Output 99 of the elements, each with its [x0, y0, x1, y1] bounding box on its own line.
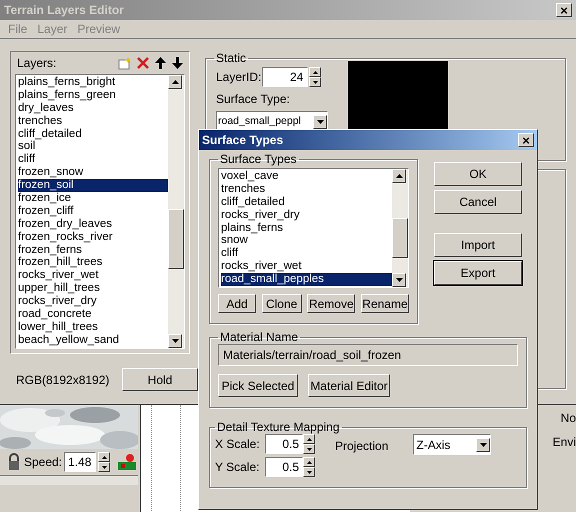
terrain-icon[interactable] — [116, 452, 138, 472]
button[interactable]: Export — [434, 261, 522, 285]
down-triangle-icon — [312, 80, 318, 84]
list-item[interactable]: cliff — [221, 247, 392, 260]
scroll-up-button[interactable] — [392, 169, 406, 183]
list-item[interactable]: snow — [221, 234, 392, 248]
scroll-up-button[interactable] — [168, 75, 182, 89]
list-item[interactable]: trenches — [18, 114, 168, 128]
button[interactable]: Pick Selected — [218, 374, 298, 397]
scale-field[interactable]: 0.5 — [265, 457, 303, 477]
up-triangle-icon — [172, 80, 178, 84]
list-item[interactable]: lower_hill_trees — [18, 320, 168, 334]
up-triangle-icon — [102, 456, 107, 458]
list-item[interactable]: rocks_river_dry — [18, 295, 168, 308]
down-triangle-icon — [480, 442, 487, 446]
speed-field[interactable]: 1.48 — [64, 452, 96, 472]
group-title: Static — [215, 51, 248, 65]
button[interactable]: Material Editor — [308, 374, 390, 397]
spin-buttons[interactable] — [98, 452, 110, 472]
scroll-thumb[interactable] — [392, 218, 408, 258]
layers-label: Layers: — [17, 55, 56, 72]
spin-buttons[interactable] — [303, 434, 315, 454]
list-item[interactable]: soil — [18, 140, 168, 154]
scale-label: X Scale: — [215, 436, 259, 453]
lock-icon[interactable] — [6, 452, 22, 472]
list-item[interactable]: cliff — [18, 153, 168, 166]
layer-id-label: LayerID: — [216, 69, 262, 86]
close-button[interactable]: × — [556, 3, 572, 17]
down-triangle-icon — [396, 278, 402, 282]
scale-field[interactable]: 0.5 — [265, 434, 303, 454]
list-item[interactable]: cliff_detailed — [18, 128, 168, 140]
group-title: Material Name — [219, 330, 300, 344]
list-item[interactable]: frozen_snow — [18, 166, 168, 180]
list-item[interactable]: upper_hill_trees — [18, 282, 168, 296]
new-layer-icon[interactable] — [118, 56, 131, 70]
list-item[interactable]: frozen_ice — [18, 192, 168, 205]
button[interactable]: Import — [434, 233, 522, 257]
button[interactable]: Add — [218, 294, 256, 313]
scroll-down-button[interactable] — [313, 114, 327, 128]
list-item[interactable]: beach_yellow_sand — [18, 334, 168, 347]
list-item[interactable]: cliff_detailed — [221, 196, 392, 209]
list-item[interactable]: rocks_river_dry — [221, 208, 392, 222]
side-label: Envi — [552, 434, 576, 451]
list-item[interactable]: rocks_river_wet — [18, 269, 168, 282]
button[interactable]: Cancel — [434, 190, 522, 214]
material-name-field: Materials/terrain/road_soil_frozen — [218, 344, 518, 366]
up-triangle-icon — [306, 438, 312, 440]
list-item[interactable]: road_small_pepples — [221, 273, 392, 286]
close-button[interactable]: × — [518, 133, 534, 147]
dialog-title: Surface Types — [202, 132, 284, 149]
up-triangle-icon — [312, 70, 318, 74]
down-arrow-icon[interactable] — [172, 57, 183, 69]
surface-type-label: Surface Type: — [216, 91, 291, 108]
list-item[interactable]: voxel_cave — [221, 170, 392, 183]
list-item[interactable]: plains_ferns_green — [18, 88, 168, 102]
scroll-thumb[interactable] — [168, 209, 184, 269]
scrollbar[interactable] — [168, 75, 184, 348]
scale-label: Y Scale: — [215, 459, 259, 476]
spin-buttons[interactable] — [303, 457, 315, 477]
group-title: Surface Types — [219, 152, 298, 166]
scroll-down-button[interactable] — [392, 273, 406, 287]
down-triangle-icon — [102, 466, 107, 468]
up-triangle-icon — [396, 174, 402, 178]
scrollbar[interactable] — [392, 169, 408, 287]
window-title: Terrain Layers Editor — [4, 2, 124, 19]
projection-dropdown[interactable]: Z-Axis — [413, 434, 492, 455]
list-item[interactable]: frozen_soil — [18, 179, 168, 192]
list-item[interactable]: dry_leaves — [18, 102, 168, 115]
button[interactable]: Hold — [122, 368, 198, 391]
delete-icon[interactable] — [137, 57, 149, 69]
down-triangle-icon — [316, 120, 324, 124]
list-item[interactable]: trenches — [221, 182, 392, 196]
list-item[interactable]: frozen_cliff — [18, 204, 168, 218]
list-item[interactable]: road_concrete — [18, 308, 168, 321]
button[interactable]: Remove — [307, 294, 356, 313]
resolution-label: RGB(8192x8192) — [16, 372, 110, 388]
speed-label: Speed: — [24, 454, 62, 471]
scroll-down-button[interactable] — [476, 438, 490, 452]
list-item[interactable]: rocks_river_wet — [221, 260, 392, 274]
layer-id-field[interactable]: 24 — [262, 67, 308, 87]
spin-buttons[interactable] — [309, 67, 322, 87]
group-title: Detail Texture Mapping — [216, 420, 341, 434]
button[interactable]: Clone — [262, 294, 302, 313]
projection-label: Projection — [335, 438, 388, 455]
up-triangle-icon — [306, 460, 312, 464]
list-item[interactable]: plains_ferns_bright — [18, 76, 168, 89]
button[interactable]: Rename — [360, 294, 409, 313]
scroll-down-button[interactable] — [168, 334, 182, 348]
list-item[interactable]: frozen_hill_trees — [18, 256, 168, 270]
down-triangle-icon — [306, 448, 312, 450]
list-item[interactable]: frozen_ferns — [18, 244, 168, 256]
side-label: No — [560, 410, 576, 427]
list-item[interactable]: frozen_dry_leaves — [18, 218, 168, 231]
list-item[interactable]: frozen_rocks_river — [18, 230, 168, 244]
up-arrow-icon[interactable] — [155, 57, 166, 69]
down-triangle-icon — [306, 470, 312, 474]
down-triangle-icon — [172, 339, 178, 343]
button[interactable]: OK — [434, 162, 522, 186]
list-item[interactable]: plains_ferns — [221, 222, 392, 234]
